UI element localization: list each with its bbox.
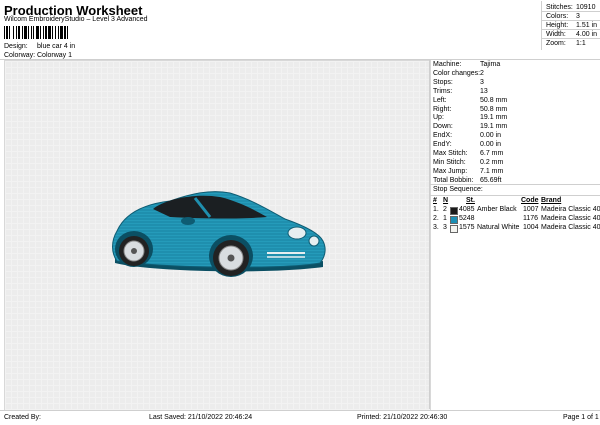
- info-label: Max Stitch:: [433, 150, 468, 157]
- info-value: 19.1 mm: [480, 114, 508, 122]
- seq-header-num: #: [433, 197, 437, 204]
- stat-colors-value: 3: [576, 13, 580, 20]
- thread-color-swatch: [450, 224, 458, 233]
- info-value: Tajima: [480, 61, 501, 68]
- info-label: EndY:: [433, 141, 452, 149]
- footer-bar: Created By: Last Saved: 21/10/2022 20:46…: [0, 410, 600, 425]
- seq-needle: 2: [443, 206, 447, 213]
- stop-sequence-title: Stop Sequence:: [433, 186, 483, 193]
- info-label: Max Jump:: [433, 167, 468, 175]
- stat-width-value: 4.00 in: [576, 31, 598, 38]
- machine-info-panel: Machine: Tajima Color changes: 2 Stops: 3 Trim…: [429, 60, 600, 409]
- seq-needle: 3: [443, 224, 447, 231]
- stats-divider: [541, 11, 600, 12]
- seq-num: 1.: [433, 206, 439, 213]
- design-preview-canvas: [4, 60, 431, 411]
- stats-divider: [541, 38, 600, 39]
- footer-created-by: Created By:: [4, 414, 41, 421]
- design-value: blue car 4 in: [37, 43, 76, 50]
- info-value: 3: [480, 78, 484, 86]
- info-value: 6.7 mm: [480, 150, 504, 157]
- info-value: 0.00 in: [480, 132, 502, 140]
- seq-header-code: Code: [521, 197, 539, 204]
- stat-stitches-label: Stitches:: [546, 4, 573, 11]
- info-value: 50.8 mm: [480, 96, 508, 104]
- seq-code: 1007: [523, 206, 539, 213]
- barcode: [4, 26, 68, 39]
- seq-header-n: N: [443, 197, 449, 204]
- seq-brand: Madeira Classic 40: [541, 215, 600, 222]
- info-label: Trims:: [433, 87, 453, 95]
- info-label: Color changes:: [433, 69, 481, 77]
- seq-needle: 1: [443, 215, 447, 222]
- info-label: Stops:: [433, 78, 453, 86]
- software-subtitle: Wilcom EmbroideryStudio – Level 3 Advanc…: [4, 16, 148, 23]
- info-value: 0.00 in: [480, 141, 502, 149]
- stat-stitches-value: 10910: [576, 4, 596, 11]
- stat-zoom-value: 1:1: [576, 40, 586, 47]
- info-value: 2: [480, 69, 484, 77]
- footer-last-saved: Last Saved: 21/10/2022 20:46:24: [149, 414, 253, 421]
- seq-stitches: 1575: [459, 224, 475, 231]
- info-label: EndX:: [433, 132, 453, 140]
- seq-code: 1004: [523, 224, 539, 231]
- info-value: 65.69ft: [480, 176, 502, 184]
- seq-num: 2.: [433, 215, 439, 222]
- thread-color-swatch: [450, 215, 458, 224]
- info-value: 50.8 mm: [480, 105, 508, 113]
- colorway-value: Colorway 1: [37, 52, 73, 59]
- seq-code: 1176: [523, 215, 539, 222]
- colorway-label: Colorway:: [4, 52, 36, 59]
- stat-zoom-label: Zoom:: [546, 40, 566, 47]
- info-label: Right:: [433, 105, 452, 113]
- seq-brand: Madeira Classic 40: [541, 224, 600, 231]
- stats-divider: [541, 29, 600, 30]
- seq-brand: Madeira Classic 40: [541, 206, 600, 213]
- seq-num: 3.: [433, 224, 439, 231]
- stat-height-value: 1.51 in: [576, 22, 598, 29]
- info-value: 7.1 mm: [480, 167, 504, 175]
- seq-header-st: St.: [466, 197, 475, 204]
- stats-divider: [541, 20, 600, 21]
- stat-height-label: Height:: [546, 22, 569, 29]
- seq-stitches: 5248: [459, 215, 475, 222]
- info-label: Left:: [433, 96, 447, 104]
- info-label: Down:: [433, 123, 453, 131]
- design-label: Design:: [4, 43, 28, 50]
- seq-stitches: 4085: [459, 206, 475, 213]
- seq-header-brand: Brand: [541, 197, 562, 204]
- thread-color-swatch: [450, 206, 458, 215]
- stat-colors-label: Colors:: [546, 13, 569, 20]
- car-embroidery-image: [112, 191, 326, 277]
- info-value: 19.1 mm: [480, 123, 508, 131]
- seq-color-name: Amber Black: [477, 206, 517, 213]
- info-value: 13: [480, 87, 488, 95]
- seq-color-name: Natural White: [477, 224, 520, 231]
- info-label: Total Bobbin:: [433, 176, 474, 184]
- stat-width-label: Width:: [546, 31, 566, 38]
- info-label: Up:: [433, 114, 444, 122]
- footer-printed: Printed: 21/10/2022 20:46:30: [357, 414, 448, 421]
- panel-divider: [430, 184, 600, 185]
- info-value: 0.2 mm: [480, 158, 504, 166]
- footer-page: Page 1 of 1: [563, 414, 599, 421]
- stats-box: Stitches: 10910 Colors: 3 Height: 1.51 i…: [541, 1, 600, 50]
- panel-divider: [430, 195, 600, 196]
- info-label: Machine:: [433, 61, 462, 68]
- info-label: Min Stitch:: [433, 158, 466, 166]
